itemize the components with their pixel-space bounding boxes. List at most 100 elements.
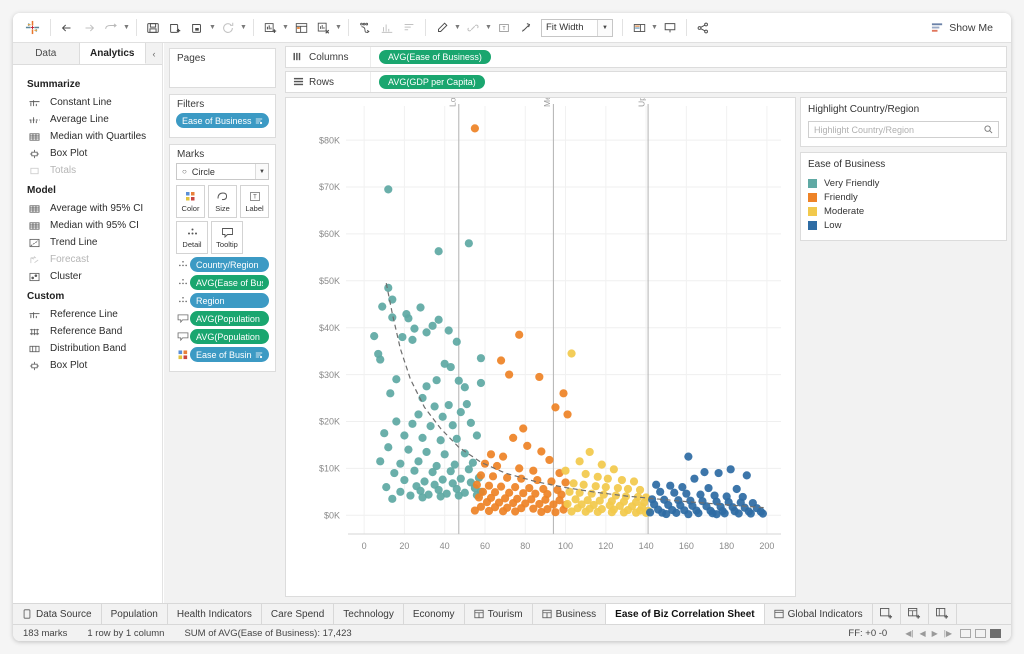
next-page-icon[interactable]: ▶ [932, 629, 938, 638]
analytics-item-cluster[interactable]: Cluster [13, 268, 162, 285]
sheet-tab-population[interactable]: Population [101, 604, 168, 624]
mark-pill-region[interactable]: Region [190, 293, 269, 308]
legend-item-moderate[interactable]: Moderate [808, 204, 999, 218]
analytics-item-median-with-quartiles[interactable]: Median with Quartiles [13, 128, 162, 145]
highlighter-icon[interactable] [431, 17, 453, 39]
sort-ascending-icon[interactable] [376, 17, 398, 39]
highlighter-caret-icon[interactable]: ▼ [453, 18, 462, 38]
refresh-caret-icon[interactable]: ▼ [239, 18, 248, 38]
filter-icon[interactable] [255, 117, 263, 125]
rows-shelf[interactable]: Rows AVG(GDP per Capita) [285, 71, 1007, 93]
mark-type-select[interactable]: ○ Circle ▼ [176, 163, 269, 180]
sheet-tab-data-source[interactable]: Data Source [13, 604, 102, 624]
legend-item-low[interactable]: Low [808, 218, 999, 232]
analytics-item-totals[interactable]: Totals [13, 162, 162, 179]
presentation-mode-icon[interactable] [659, 17, 681, 39]
highlight-search-input[interactable]: Highlight Country/Region [808, 121, 999, 138]
marks-detail-button[interactable]: Detail [176, 221, 208, 254]
mark-pill-ease-of-business-color[interactable]: Ease of Busine.. [190, 347, 269, 362]
scatter-point [484, 481, 494, 490]
rows-shelf-dropzone[interactable]: AVG(GDP per Capita) [371, 75, 1006, 89]
show-cards-caret-icon[interactable]: ▼ [650, 18, 659, 38]
columns-shelf[interactable]: Columns AVG(Ease of Business) [285, 46, 1007, 68]
legend-item-friendly[interactable]: Friendly [808, 190, 999, 204]
sheet-tab-health-indicators[interactable]: Health Indicators [167, 604, 262, 624]
sheet-tab-care-spend[interactable]: Care Spend [261, 604, 335, 624]
tab-data[interactable]: Data [13, 43, 80, 64]
group-title-summarize: Summarize [27, 79, 81, 90]
new-dashboard-button[interactable] [900, 604, 929, 624]
filter-icon[interactable] [255, 351, 263, 359]
connect-data-caret-icon[interactable]: ▼ [208, 18, 217, 38]
analytics-item-trend-line[interactable]: Trend Line [13, 234, 162, 251]
new-data-source-icon[interactable] [164, 17, 186, 39]
last-page-icon[interactable]: |▶ [944, 629, 952, 638]
mark-pill-avg-ease-of-business[interactable]: AVG(Ease of Busi.. [190, 275, 269, 290]
show-me-button[interactable]: Show Me [925, 20, 999, 36]
chevron-down-icon[interactable]: ▼ [255, 164, 268, 179]
filter-pill-ease-of-business[interactable]: Ease of Business (cl.. [176, 113, 269, 128]
fix-axes-icon[interactable] [515, 17, 537, 39]
sheet-tab-business[interactable]: Business [532, 604, 607, 624]
new-dashboard-icon[interactable] [290, 17, 312, 39]
connect-data-icon[interactable] [186, 17, 208, 39]
new-worksheet-button[interactable] [872, 604, 901, 624]
analytics-item-median-with-ci[interactable]: Median with 95% CI [13, 217, 162, 234]
rows-pill-avg-gdp-per-capita[interactable]: AVG(GDP per Capita) [379, 75, 485, 89]
marks-size-button[interactable]: Size [208, 185, 237, 218]
fit-mode-select[interactable]: Fit Width ▼ [541, 18, 613, 37]
search-icon[interactable] [984, 125, 993, 134]
analytics-item-reference-line[interactable]: Reference Line [13, 306, 162, 323]
columns-pill-avg-ease-of-business[interactable]: AVG(Ease of Business) [379, 50, 491, 64]
tab-analytics[interactable]: Analytics [79, 43, 146, 64]
legend-item-very-friendly[interactable]: Very Friendly [808, 176, 999, 190]
back-arrow-icon[interactable] [56, 17, 78, 39]
sheet-tab-ease-of-biz-correlation-sheet[interactable]: Ease of Biz Correlation Sheet [606, 604, 765, 624]
analytics-item-constant-line[interactable]: Constant Line [13, 94, 162, 111]
collapse-panel-icon[interactable]: ‹ [146, 43, 162, 64]
analytics-item-distribution-band[interactable]: Distribution Band [13, 340, 162, 357]
view-filmstrip-icon[interactable] [975, 629, 986, 638]
show-cards-icon[interactable] [628, 17, 650, 39]
first-page-icon[interactable]: ◀| [905, 629, 913, 638]
scatter-plot-viz[interactable]: GDP per Capita Ease of biz index (1=most… [285, 97, 796, 597]
view-tabs-icon[interactable] [960, 629, 971, 638]
columns-shelf-dropzone[interactable]: AVG(Ease of Business) [371, 50, 1006, 64]
marks-tooltip-button[interactable]: Tooltip [211, 221, 243, 254]
show-labels-icon[interactable]: T [493, 17, 515, 39]
sheet-tab-tourism[interactable]: Tourism [464, 604, 533, 624]
group-members-icon[interactable] [462, 17, 484, 39]
marks-label-button[interactable]: T Label [240, 185, 269, 218]
group-caret-icon[interactable]: ▼ [484, 18, 493, 38]
save-icon[interactable] [142, 17, 164, 39]
chevron-down-icon[interactable]: ▼ [597, 19, 612, 36]
sheet-tab-global-indicators[interactable]: Global Indicators [764, 604, 873, 624]
new-story-button[interactable] [928, 604, 957, 624]
undo-redo-icon[interactable] [100, 17, 122, 39]
analytics-item-reference-band[interactable]: Reference Band [13, 323, 162, 340]
sheet-tab-technology[interactable]: Technology [334, 604, 404, 624]
analytics-item-average-line[interactable]: Average Line [13, 111, 162, 128]
analytics-item-box-plot-custom[interactable]: Box Plot [13, 357, 162, 374]
refresh-data-icon[interactable] [217, 17, 239, 39]
analytics-item-box-plot[interactable]: Box Plot [13, 145, 162, 162]
prev-page-icon[interactable]: ◀ [919, 629, 925, 638]
tableau-logo-icon[interactable] [19, 20, 45, 35]
analytics-item-average-with-ci[interactable]: Average with 95% CI [13, 200, 162, 217]
marks-color-button[interactable]: Color [176, 185, 205, 218]
new-worksheet-icon[interactable] [259, 17, 281, 39]
mark-pill-country-region[interactable]: Country/Region [190, 257, 269, 272]
swap-rows-columns-icon[interactable] [354, 17, 376, 39]
analytics-item-forecast[interactable]: Forecast [13, 251, 162, 268]
clear-sheet-icon[interactable] [312, 17, 334, 39]
sort-descending-icon[interactable] [398, 17, 420, 39]
sheet-tab-economy[interactable]: Economy [403, 604, 465, 624]
undo-redo-caret-icon[interactable]: ▼ [122, 18, 131, 38]
share-icon[interactable] [692, 17, 714, 39]
new-worksheet-caret-icon[interactable]: ▼ [281, 18, 290, 38]
clear-sheet-caret-icon[interactable]: ▼ [334, 18, 343, 38]
mark-pill-avg-population-2[interactable]: AVG(Population .. [190, 329, 269, 344]
mark-pill-avg-population-1[interactable]: AVG(Population .. [190, 311, 269, 326]
view-sheet-sorter-icon[interactable] [990, 629, 1001, 638]
forward-arrow-icon[interactable] [78, 17, 100, 39]
